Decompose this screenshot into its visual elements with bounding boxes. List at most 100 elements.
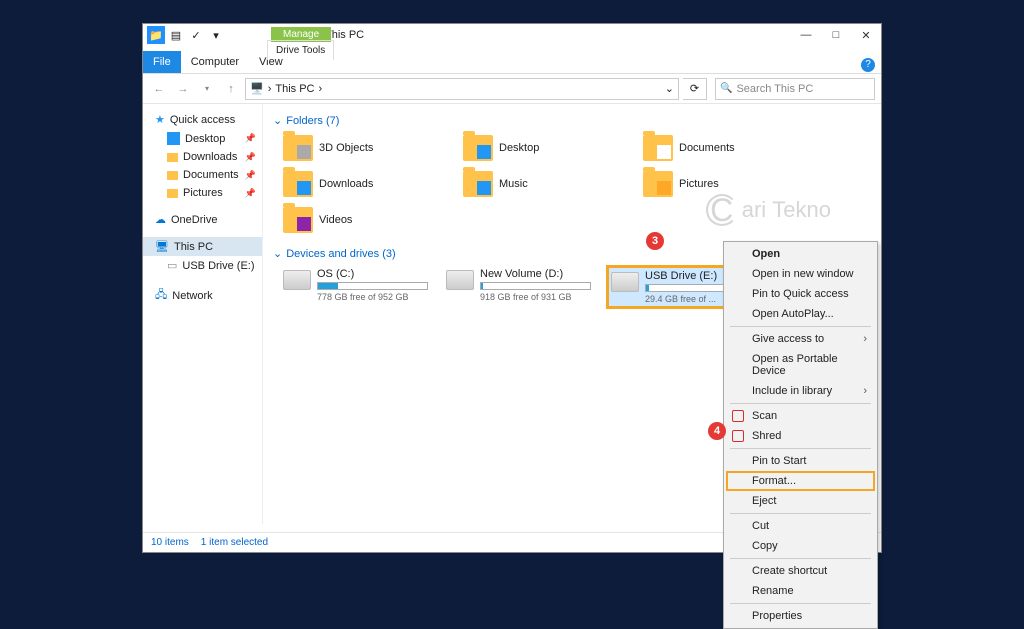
- qat-properties-icon[interactable]: ▤: [167, 26, 185, 44]
- back-button[interactable]: ←: [149, 79, 169, 99]
- qat-new-folder-icon[interactable]: ✓: [187, 26, 205, 44]
- search-input[interactable]: 🔍 Search This PC: [715, 78, 875, 100]
- menu-item-eject[interactable]: Eject: [726, 491, 875, 511]
- drive-label: OS (C:): [317, 268, 428, 280]
- folder-label: Videos: [319, 214, 352, 226]
- tab-drive-tools[interactable]: Drive Tools: [267, 40, 334, 60]
- sidebar-this-pc[interactable]: 🖥This PC: [143, 237, 262, 256]
- annotation-badge-3: 3: [646, 232, 664, 250]
- minimize-button[interactable]: —: [791, 24, 821, 46]
- folder-icon: [463, 135, 493, 161]
- menu-item-open-in-new-window[interactable]: Open in new window: [726, 264, 875, 284]
- app-icon[interactable]: 📁: [147, 26, 165, 44]
- sidebar-item-downloads[interactable]: Downloads📌: [143, 148, 262, 166]
- drive-item[interactable]: OS (C:) 778 GB free of 952 GB: [283, 268, 428, 306]
- folder-item[interactable]: Desktop: [463, 135, 603, 161]
- menu-item-pin-to-quick-access[interactable]: Pin to Quick access: [726, 284, 875, 304]
- menu-item-cut[interactable]: Cut: [726, 516, 875, 536]
- drive-label: New Volume (D:): [480, 268, 591, 280]
- menu-separator: [730, 326, 871, 327]
- folder-item[interactable]: 3D Objects: [283, 135, 423, 161]
- pin-icon: 📌: [245, 188, 256, 199]
- folder-item[interactable]: Music: [463, 171, 603, 197]
- folder-icon: [463, 171, 493, 197]
- menu-item-scan[interactable]: Scan: [726, 406, 875, 426]
- folder-item[interactable]: Pictures: [643, 171, 783, 197]
- help-icon[interactable]: ?: [861, 58, 875, 72]
- drive-item[interactable]: New Volume (D:) 918 GB free of 931 GB: [446, 268, 591, 306]
- drive-icon: [283, 270, 311, 290]
- folder-icon: [283, 135, 313, 161]
- network-icon: 🖧: [155, 286, 167, 305]
- sidebar-onedrive[interactable]: ☁OneDrive: [143, 210, 262, 229]
- folder-item[interactable]: Downloads: [283, 171, 423, 197]
- sidebar-network[interactable]: 🖧Network: [143, 283, 262, 308]
- cloud-icon: ☁: [155, 213, 166, 226]
- titlebar: 📁 ▤ ✓ ▾ This PC — □ ✕: [143, 24, 881, 46]
- folder-icon: [167, 189, 178, 198]
- pin-icon: 📌: [245, 152, 256, 163]
- forward-button[interactable]: →: [173, 79, 193, 99]
- address-dropdown-icon[interactable]: ⌄: [665, 82, 674, 95]
- up-button[interactable]: ↑: [221, 79, 241, 99]
- pc-icon: 🖥️: [250, 82, 264, 95]
- qat-dropdown-icon[interactable]: ▾: [207, 26, 225, 44]
- pin-icon: 📌: [245, 133, 256, 144]
- folder-icon: [643, 135, 673, 161]
- menu-item-format[interactable]: Format...: [726, 471, 875, 491]
- recent-dropdown-icon[interactable]: ▾: [197, 79, 217, 99]
- menu-item-open[interactable]: Open: [726, 244, 875, 264]
- folder-label: Music: [499, 178, 528, 190]
- breadcrumb-sep[interactable]: ›: [319, 83, 323, 95]
- breadcrumb-root[interactable]: This PC: [275, 83, 314, 95]
- folder-label: Downloads: [319, 178, 373, 190]
- menu-item-give-access-to[interactable]: Give access to: [726, 329, 875, 349]
- section-folders-header[interactable]: ⌄Folders (7): [273, 114, 871, 127]
- menu-item-pin-to-start[interactable]: Pin to Start: [726, 451, 875, 471]
- refresh-button[interactable]: ⟳: [683, 78, 707, 100]
- address-bar[interactable]: 🖥️ › This PC › ⌄: [245, 78, 679, 100]
- menu-item-copy[interactable]: Copy: [726, 536, 875, 556]
- menu-item-include-in-library[interactable]: Include in library: [726, 381, 875, 401]
- usb-icon: ▭: [167, 259, 177, 272]
- shield-icon: [732, 430, 744, 442]
- sidebar-item-desktop[interactable]: Desktop📌: [143, 129, 262, 148]
- folder-icon: [283, 207, 313, 233]
- folder-icon: [167, 153, 178, 162]
- menu-item-open-as-portable-device[interactable]: Open as Portable Device: [726, 349, 875, 381]
- menu-item-rename[interactable]: Rename: [726, 581, 875, 601]
- breadcrumb-sep: ›: [268, 83, 272, 95]
- menu-item-shred[interactable]: Shred: [726, 426, 875, 446]
- folder-item[interactable]: Videos: [283, 207, 423, 233]
- menu-separator: [730, 403, 871, 404]
- maximize-button[interactable]: □: [821, 24, 851, 46]
- tab-computer[interactable]: Computer: [181, 51, 249, 73]
- drive-icon: [611, 272, 639, 292]
- pin-icon: 📌: [245, 170, 256, 181]
- sidebar-usb-drive[interactable]: ▭USB Drive (E:): [143, 256, 262, 275]
- folder-label: 3D Objects: [319, 142, 373, 154]
- menu-separator: [730, 603, 871, 604]
- quick-access-toolbar: 📁 ▤ ✓ ▾: [143, 26, 225, 44]
- folder-icon: [643, 171, 673, 197]
- drive-capacity-bar: [480, 282, 591, 290]
- menu-item-open-autoplay[interactable]: Open AutoPlay...: [726, 304, 875, 324]
- collapse-icon: ⌄: [273, 247, 282, 260]
- folder-label: Pictures: [679, 178, 719, 190]
- menu-item-properties[interactable]: Properties: [726, 606, 875, 626]
- search-placeholder: Search This PC: [736, 83, 813, 95]
- tab-file[interactable]: File: [143, 51, 181, 73]
- ribbon-tabs: File Computer View Drive Tools: [143, 46, 881, 74]
- menu-item-create-shortcut[interactable]: Create shortcut: [726, 561, 875, 581]
- close-button[interactable]: ✕: [851, 24, 881, 46]
- menu-separator: [730, 513, 871, 514]
- folder-item[interactable]: Documents: [643, 135, 783, 161]
- sidebar-item-pictures[interactable]: Pictures📌: [143, 184, 262, 202]
- sidebar-item-documents[interactable]: Documents📌: [143, 166, 262, 184]
- nav-toolbar: ← → ▾ ↑ 🖥️ › This PC › ⌄ ⟳ 🔍 Search This…: [143, 74, 881, 104]
- annotation-badge-4: 4: [708, 422, 726, 440]
- status-item-count: 10 items: [151, 537, 189, 548]
- sidebar-quick-access[interactable]: ★Quick access: [143, 110, 262, 129]
- folder-icon: [167, 171, 178, 180]
- drive-icon: [446, 270, 474, 290]
